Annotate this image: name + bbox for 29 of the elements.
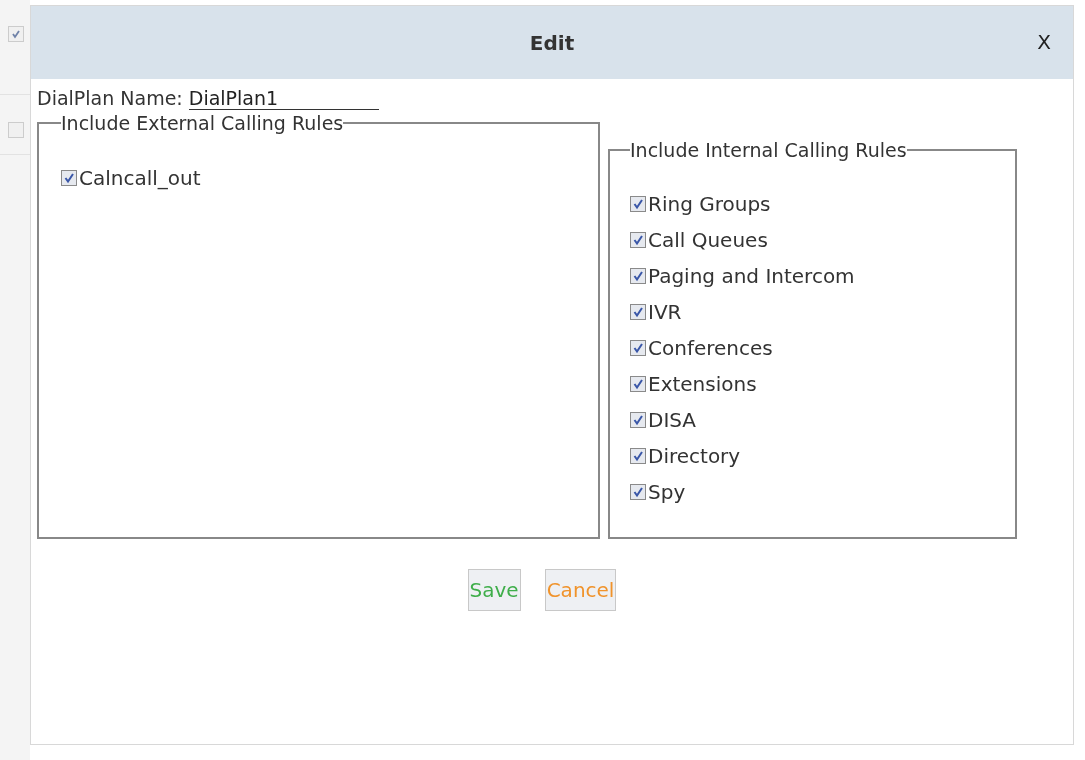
checkbox-label: Spy [648, 480, 686, 504]
close-button[interactable]: X [1037, 30, 1051, 54]
checkbox-label: IVR [648, 300, 682, 324]
checkbox[interactable] [630, 196, 646, 212]
group-legend: Include Internal Calling Rules [630, 132, 907, 168]
checkbox[interactable] [630, 448, 646, 464]
checkbox-label: Conferences [648, 336, 773, 360]
checkbox-label: Paging and Intercom [648, 264, 855, 288]
field-label: DialPlan Name: [37, 87, 183, 109]
checkbox[interactable] [630, 232, 646, 248]
checkbox-label: DISA [648, 408, 697, 432]
checkbox[interactable] [630, 340, 646, 356]
checkbox[interactable] [630, 268, 646, 284]
checkbox[interactable] [630, 412, 646, 428]
checkbox[interactable] [8, 26, 24, 42]
checkbox[interactable] [630, 376, 646, 392]
checkbox[interactable] [630, 304, 646, 320]
checkbox-label: Extensions [648, 372, 757, 396]
checkbox[interactable] [8, 122, 24, 138]
checkbox-label: Ring Groups [648, 192, 771, 216]
checkbox-label: Call Queues [648, 228, 768, 252]
check-icon [11, 29, 21, 39]
group-legend: Include External Calling Rules [61, 112, 344, 134]
dialog-title: Edit [529, 30, 575, 55]
name-field[interactable]: DialPlan1 [188, 87, 379, 110]
checkbox[interactable] [630, 484, 646, 500]
checkbox-label: Directory [648, 444, 741, 468]
checkbox-label: Calncall_out [79, 166, 201, 190]
checkbox[interactable] [61, 170, 77, 186]
